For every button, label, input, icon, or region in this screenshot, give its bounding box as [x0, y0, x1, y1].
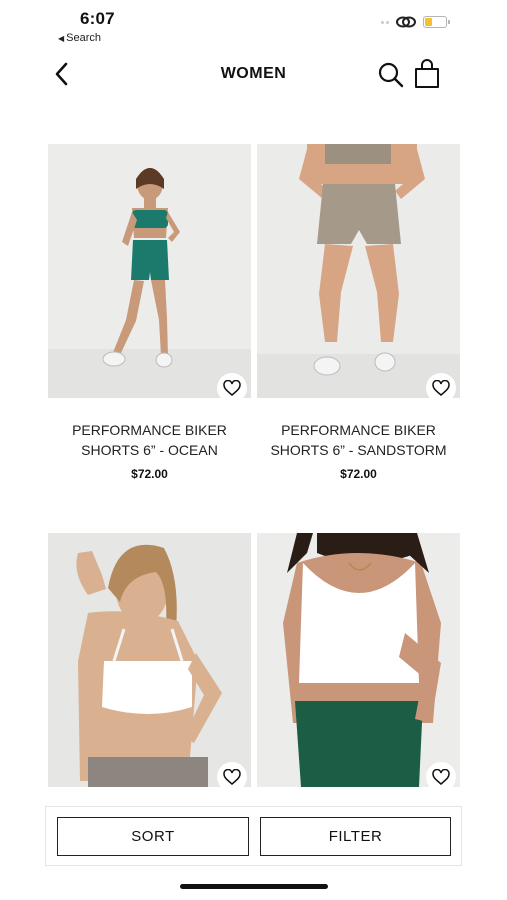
battery-level [425, 18, 432, 26]
wishlist-button[interactable] [217, 762, 247, 792]
back-to-app-label: Search [66, 32, 102, 44]
product-price: $72.00 [340, 467, 377, 481]
product-image[interactable] [48, 144, 251, 398]
product-image[interactable] [257, 533, 460, 787]
product-image[interactable] [48, 533, 251, 787]
search-button[interactable] [377, 61, 405, 89]
shopping-bag-button[interactable] [413, 58, 441, 90]
search-icon [378, 62, 404, 88]
model-white-top-green-bottoms-photo [257, 533, 460, 787]
heart-icon [223, 380, 241, 396]
battery-icon [423, 16, 450, 28]
heart-icon [432, 769, 450, 785]
sort-filter-bar: SORT FILTER [45, 806, 462, 866]
product-name[interactable]: PERFORMANCE BIKER SHORTS 6” - OCEAN [48, 420, 251, 460]
product-price: $72.00 [131, 467, 168, 481]
heart-icon [432, 380, 450, 396]
signal-icon [381, 20, 389, 24]
shopping-bag-icon [415, 59, 439, 88]
wishlist-button[interactable] [426, 373, 456, 403]
heart-icon [223, 769, 241, 785]
top-navigation: WOMEN [0, 52, 507, 96]
wishlist-button[interactable] [217, 373, 247, 403]
product-name[interactable]: PERFORMANCE BIKER SHORTS 6” - SANDSTORM [257, 420, 460, 460]
status-bar: 6:07 ◀ Search [0, 0, 507, 50]
filter-button[interactable]: FILTER [260, 817, 451, 856]
wishlist-button[interactable] [426, 762, 456, 792]
back-to-app-link[interactable]: ◀ Search [58, 32, 101, 44]
model-white-bra-photo [48, 533, 251, 787]
product-image[interactable] [257, 144, 460, 398]
model-teal-set-photo [48, 144, 251, 398]
status-indicators [381, 15, 450, 29]
status-time: 6:07 [80, 9, 115, 28]
link-icon [396, 16, 416, 28]
home-indicator[interactable] [180, 884, 328, 889]
sort-button[interactable]: SORT [57, 817, 249, 856]
model-sandstorm-shorts-photo [257, 144, 460, 398]
back-triangle-icon: ◀ [58, 33, 65, 43]
